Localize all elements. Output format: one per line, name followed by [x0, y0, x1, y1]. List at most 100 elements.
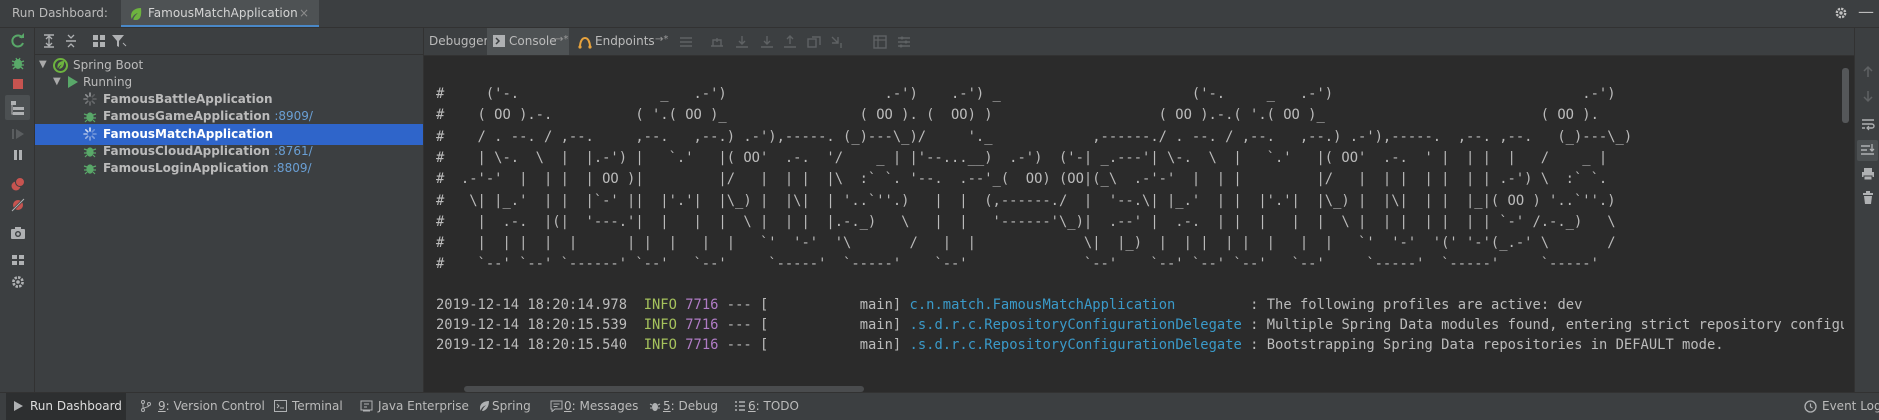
terminal-icon — [274, 400, 287, 412]
gear-icon[interactable] — [1834, 6, 1848, 20]
spring-leaf-icon — [129, 7, 143, 21]
run-triangle-icon — [12, 400, 24, 412]
clear-all-trash-icon[interactable] — [1860, 190, 1876, 206]
log-thread: [ main] — [760, 317, 902, 333]
spring-tool-button[interactable]: Spring — [472, 393, 538, 420]
log-message: : Bootstrapping Spring Data repositories… — [1250, 337, 1724, 353]
group-by-icon[interactable] — [91, 33, 107, 49]
collapse-all-icon[interactable] — [63, 33, 79, 49]
expand-arrow-icon[interactable]: ▼ — [53, 76, 61, 87]
version-control-tool-button[interactable]: 9: Version Control — [134, 393, 265, 420]
tree-toolbar — [35, 28, 423, 55]
camera-icon[interactable] — [10, 225, 26, 241]
tree-label: Spring Boot — [73, 58, 144, 72]
event-log-tool-button[interactable]: Event Log — [1798, 393, 1879, 420]
tab-close-icon[interactable]: × — [299, 6, 309, 20]
banner-line: # `--' `--' `------' `--' `--' `-----' `… — [436, 256, 1599, 273]
mnemonic: 9 — [158, 399, 166, 413]
tree-node-app[interactable]: FamousLoginApplication :8809/ — [35, 158, 423, 179]
tab-debugger[interactable]: Debugger — [424, 28, 488, 55]
console-output[interactable]: # ('-. _ .-') .-') .-') _ ('-. _ .-') .-… — [424, 56, 1844, 392]
log-level: INFO — [643, 337, 677, 353]
app-port-link[interactable]: :8761/ — [274, 144, 313, 158]
layout-icon[interactable] — [10, 252, 26, 268]
tool-label: 5: Debug — [663, 399, 718, 413]
step-into-icon[interactable] — [759, 34, 775, 50]
scroll-to-end-icon[interactable] — [1857, 140, 1878, 161]
pause-icon[interactable] — [10, 147, 26, 163]
run-dashboard-titlebar: Run Dashboard: FamousMatchApplication × … — [0, 0, 1879, 28]
log-timestamp: 2019-12-14 18:20:15.539 — [436, 317, 628, 333]
rerun-icon[interactable] — [10, 33, 26, 49]
java-enterprise-tool-button[interactable]: Java Enterprise — [354, 393, 469, 420]
tab-endpoints[interactable]: Endpoints →* — [574, 28, 669, 55]
vcs-branch-icon — [140, 400, 152, 412]
stop-icon[interactable] — [10, 76, 26, 92]
trace-settings-icon[interactable] — [896, 34, 912, 50]
log-separator: --- — [726, 317, 752, 333]
tab-label: FamousMatchApplication — [148, 6, 298, 20]
down-arrow-icon[interactable] — [1860, 88, 1876, 104]
print-icon[interactable] — [1860, 166, 1876, 182]
minimize-button[interactable]: — — [1858, 2, 1874, 21]
pin-arrow-icon[interactable]: →* — [555, 34, 568, 45]
menu-lines-icon[interactable] — [678, 34, 694, 50]
app-name-with-port: FamousGameApplication :8909/ — [103, 109, 313, 123]
messages-icon — [550, 400, 563, 412]
log-thread: [ main] — [760, 297, 902, 313]
up-arrow-icon[interactable] — [1860, 64, 1876, 80]
run-to-cursor-icon[interactable] — [829, 34, 845, 50]
group-by-type-icon[interactable] — [5, 95, 30, 120]
tool-label-text: : Version Control — [165, 399, 265, 413]
filter-icon[interactable] — [111, 33, 127, 49]
vertical-scrollbar[interactable] — [1842, 68, 1849, 123]
debug-tool-button[interactable]: 5: Debug — [643, 393, 718, 420]
tool-label-text: : Debug — [670, 399, 718, 413]
app-port-link[interactable]: :8809/ — [273, 161, 312, 175]
drop-frame-icon[interactable] — [806, 34, 822, 50]
spring-boot-icon — [53, 58, 68, 73]
expand-arrow-icon[interactable]: ▼ — [39, 59, 47, 70]
mnemonic: 5 — [663, 399, 671, 413]
debug-bug-icon[interactable] — [10, 55, 26, 71]
app-port-link[interactable]: :8909/ — [274, 109, 313, 123]
endpoints-icon — [578, 35, 592, 49]
tool-label: Run Dashboard — [30, 399, 122, 413]
soft-wrap-icon[interactable] — [1860, 116, 1876, 132]
java-enterprise-icon — [360, 400, 373, 412]
evaluate-expression-icon[interactable] — [872, 34, 888, 50]
resume-icon[interactable] — [10, 126, 26, 142]
tool-label: 9: Version Control — [158, 399, 265, 413]
tab-label: Debugger — [429, 34, 489, 48]
tool-label-text: : TODO — [755, 399, 799, 413]
terminal-tool-button[interactable]: Terminal — [268, 393, 348, 420]
tree-label: Running — [83, 75, 133, 89]
settings-gear-icon[interactable] — [10, 274, 26, 290]
run-dashboard-tool-button[interactable]: Run Dashboard — [6, 393, 126, 420]
log-message: : Multiple Spring Data modules found, en… — [1250, 317, 1844, 333]
view-breakpoints-icon[interactable] — [10, 176, 26, 192]
console-right-toolbar — [1854, 28, 1879, 392]
tool-window-bar: Run Dashboard 9: Version Control Termina… — [0, 392, 1879, 420]
messages-tool-button[interactable]: 0: Messages — [544, 393, 638, 420]
tab-famous-match-application[interactable]: FamousMatchApplication × — [121, 0, 319, 27]
show-execution-point-icon[interactable] — [709, 34, 725, 50]
panel-title: Run Dashboard: — [12, 6, 108, 20]
app-name: FamousGameApplication — [103, 109, 271, 123]
mnemonic: 0 — [564, 399, 572, 413]
services-tree-panel: ▼ Spring Boot ▼ Running FamousBattleAppl… — [35, 28, 424, 392]
pin-arrow-icon[interactable]: →* — [655, 34, 668, 45]
log-level: INFO — [643, 317, 677, 333]
step-over-icon[interactable] — [734, 34, 750, 50]
tab-label: Console — [509, 34, 557, 48]
app-name-with-port: FamousLoginApplication :8809/ — [103, 161, 312, 175]
todo-tool-button[interactable]: 6: TODO — [728, 393, 799, 420]
banner-line: # | \-. \ | |.-') | `.' |( OO' .-. '/ _ … — [436, 149, 1608, 166]
log-level: INFO — [643, 297, 677, 313]
banner-line: # ('-. _ .-') .-') .-') _ ('-. _ .-') .-… — [436, 86, 1616, 102]
tab-console[interactable]: Console →* — [487, 28, 569, 55]
expand-all-icon[interactable] — [41, 33, 57, 49]
mute-breakpoints-icon[interactable] — [10, 197, 26, 213]
log-line: 2019-12-14 18:20:14.978 INFO 7716 --- [ … — [436, 296, 1582, 314]
step-out-icon[interactable] — [782, 34, 798, 50]
